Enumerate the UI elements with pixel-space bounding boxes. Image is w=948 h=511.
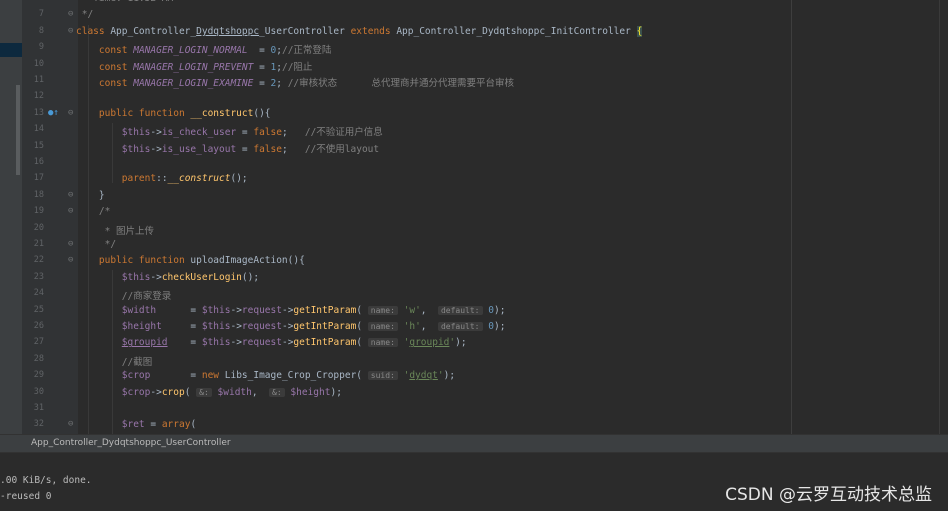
- code-line[interactable]: $this->is_check_user = false; //不验证用户信息: [76, 124, 383, 138]
- code-line[interactable]: $width = $this->request->getIntParam( na…: [76, 305, 506, 316]
- line-number: 9: [38, 42, 44, 53]
- line-number: 26: [33, 321, 44, 331]
- line-number: 28: [33, 353, 44, 364]
- code-line[interactable]: */: [76, 239, 116, 250]
- fold-icon[interactable]: ⊖: [68, 108, 73, 118]
- code-line[interactable]: * Time: 11:52 AM: [76, 0, 174, 4]
- code-line[interactable]: public function uploadImageAction(){: [76, 255, 305, 266]
- line-number: 18: [33, 189, 44, 200]
- line-number: 20: [33, 222, 44, 233]
- line-number: 15: [33, 140, 44, 151]
- line-number: 14: [33, 124, 44, 135]
- code-line[interactable]: const MANAGER_LOGIN_NORMAL = 0;//正常登陆: [76, 42, 332, 56]
- line-number: 27: [33, 337, 44, 348]
- line-number: 23: [33, 271, 44, 282]
- code-line[interactable]: $this->checkUserLogin();: [76, 272, 259, 283]
- line-number: 30: [33, 386, 44, 397]
- code-line[interactable]: */: [76, 9, 93, 20]
- fold-icon[interactable]: ⊖: [68, 255, 73, 265]
- line-number: 13: [33, 107, 44, 118]
- code-line[interactable]: $this->is_use_layout = false; //不使用layou…: [76, 141, 379, 155]
- line-number: 29: [33, 370, 44, 381]
- strip-scrollbar[interactable]: [16, 85, 20, 175]
- line-number: 31: [33, 403, 44, 413]
- code-line[interactable]: }: [76, 190, 105, 201]
- breadcrumb-class[interactable]: App_Controller_Dydqtshoppc_UserControlle…: [31, 438, 231, 448]
- code-line[interactable]: //截图: [76, 354, 152, 368]
- line-number: 16: [33, 157, 44, 167]
- code-line[interactable]: //商家登录: [76, 288, 171, 302]
- code-line[interactable]: parent::__construct();: [76, 173, 248, 184]
- tool-window-strip: [0, 0, 22, 434]
- code-line[interactable]: class App_Controller_Dydqtshoppc_UserCon…: [76, 25, 643, 37]
- line-number: 6: [22, 0, 44, 3]
- line-number: 32: [33, 419, 44, 430]
- fold-icon[interactable]: ⊖: [68, 419, 73, 429]
- terminal-line: .00 KiB/s, done.: [0, 475, 92, 486]
- code-line[interactable]: $groupid = $this->request->getIntParam( …: [76, 337, 467, 348]
- override-marker-icon[interactable]: ●↑: [48, 108, 59, 118]
- watermark: CSDN @云罗互动技术总监: [725, 485, 932, 505]
- code-line[interactable]: $ret = array(: [76, 419, 196, 430]
- line-number: 7: [38, 9, 44, 20]
- fold-icon[interactable]: ⊖: [68, 190, 73, 200]
- line-number: 12: [33, 91, 44, 102]
- code-line[interactable]: * 图片上传: [76, 223, 154, 237]
- line-number: 24: [33, 288, 44, 299]
- code-line[interactable]: $crop = new Libs_Image_Crop_Cropper( sui…: [76, 370, 455, 381]
- line-number: 17: [33, 173, 44, 184]
- terminal-line: -reused 0: [0, 491, 52, 502]
- fold-icon[interactable]: ⊖: [68, 239, 73, 249]
- line-number: 8: [38, 25, 44, 36]
- fold-icon[interactable]: ⊖: [68, 26, 73, 36]
- right-margin-guide: [791, 0, 792, 434]
- fold-icon[interactable]: ⊖: [68, 206, 73, 216]
- line-number: 11: [33, 75, 44, 85]
- line-number: 21: [33, 239, 44, 249]
- code-line[interactable]: $height = $this->request->getIntParam( n…: [76, 321, 506, 332]
- code-line[interactable]: public function __construct(){: [76, 108, 271, 119]
- selected-tool-item[interactable]: [0, 43, 22, 57]
- code-line[interactable]: const MANAGER_LOGIN_PREVENT = 1;//阻止: [76, 59, 313, 73]
- code-line[interactable]: $crop->crop( &: $width, &: $height);: [76, 387, 342, 398]
- code-line[interactable]: const MANAGER_LOGIN_EXAMINE = 2; //审核状态 …: [76, 75, 514, 89]
- line-number: 19: [33, 206, 44, 217]
- line-number: 22: [33, 255, 44, 266]
- fold-icon[interactable]: ⊖: [68, 9, 73, 19]
- code-line[interactable]: /*: [76, 206, 110, 217]
- line-number: 10: [33, 58, 44, 69]
- breadcrumb[interactable]: App_Controller_Dydqtshoppc_UserControlle…: [0, 434, 948, 453]
- line-number: 25: [33, 304, 44, 315]
- editor-scrollbar[interactable]: [939, 0, 948, 434]
